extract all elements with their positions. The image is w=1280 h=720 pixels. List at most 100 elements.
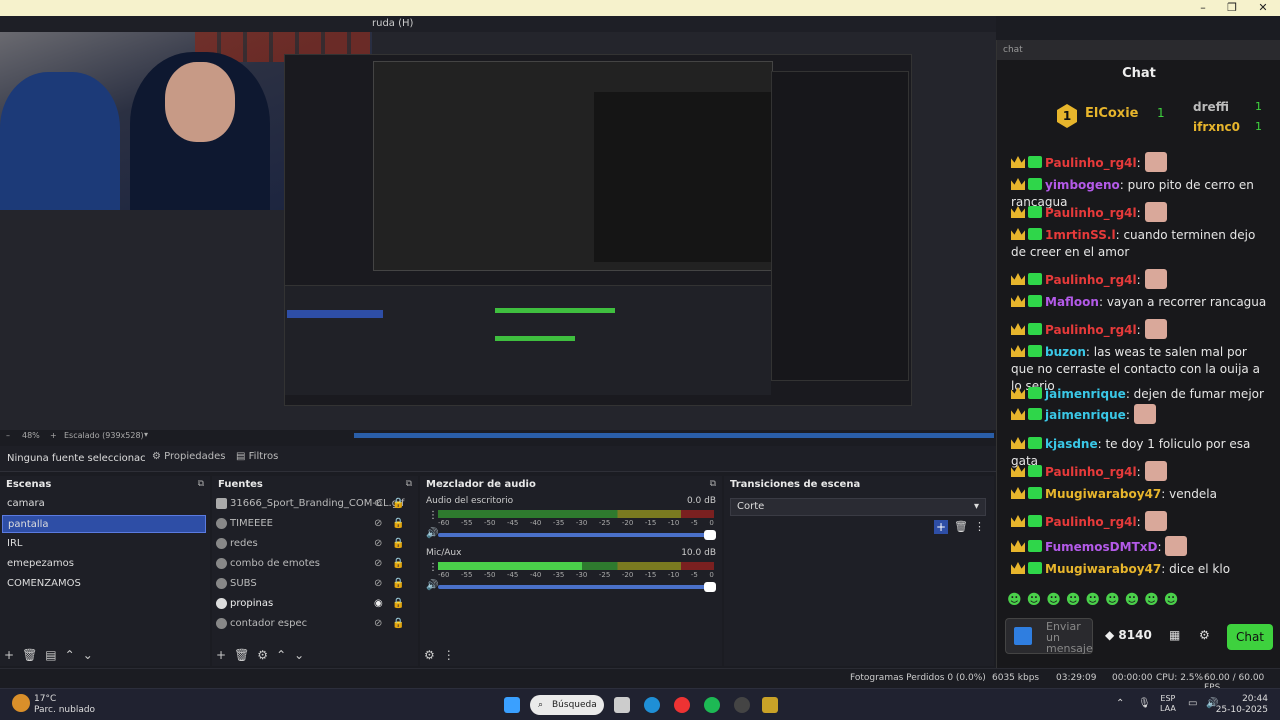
edge-icon[interactable]: [644, 697, 660, 713]
chat-username[interactable]: Paulinho_rg4l: [1045, 206, 1137, 220]
emote-bar[interactable]: ☻☻☻☻☻☻☻☻☻: [1007, 592, 1183, 608]
add-icon[interactable]: +: [934, 520, 948, 534]
weather-icon[interactable]: [12, 694, 30, 712]
crown-badge-icon: [1011, 323, 1025, 335]
speaker-icon[interactable]: 🔊: [426, 580, 438, 591]
transition-select[interactable]: Corte ▾: [730, 498, 986, 516]
chat-username[interactable]: jaimenrique: [1045, 408, 1126, 422]
spotify-icon[interactable]: [704, 697, 720, 713]
scene-item[interactable]: camara: [2, 495, 206, 513]
dock-menu-icon[interactable]: ⧉: [710, 479, 716, 489]
chat-username[interactable]: Muugiwaraboy47: [1045, 487, 1161, 501]
kebab-icon[interactable]: ⋮: [974, 520, 985, 533]
preview-canvas[interactable]: [0, 32, 996, 430]
scene-item-selected[interactable]: pantalla: [2, 515, 206, 533]
source-item[interactable]: combo de emotes ⊘ 🔒: [214, 555, 414, 573]
channel-points[interactable]: ◆ 8140: [1105, 628, 1152, 642]
chat-username[interactable]: FumemosDMTxD: [1045, 540, 1157, 554]
kebab-icon[interactable]: ⋮: [428, 562, 438, 573]
chat-username[interactable]: yimbogeno: [1045, 178, 1120, 192]
sub-badge-icon: [1028, 487, 1042, 499]
search-box[interactable]: ⌕ Búsqueda: [530, 695, 604, 715]
gear-icon[interactable]: ⚙: [1199, 628, 1210, 642]
speaker-icon[interactable]: 🔊: [426, 528, 438, 539]
dock-menu-icon[interactable]: ⧉: [406, 479, 412, 489]
chat-input[interactable]: Enviar un mensaje: [1005, 618, 1093, 654]
chat-username[interactable]: 1mrtinSS.l: [1045, 228, 1116, 242]
chat-username[interactable]: Muugiwaraboy47: [1045, 562, 1161, 576]
scene-item[interactable]: IRL: [2, 535, 206, 553]
add-icon[interactable]: +: [216, 648, 226, 662]
move-down-icon[interactable]: ⌄: [294, 648, 304, 662]
obs-icon[interactable]: [734, 697, 750, 713]
chat-url-bar[interactable]: chat: [997, 40, 1280, 60]
sub-badge-icon: [1028, 387, 1042, 399]
chat-username[interactable]: Paulinho_rg4l: [1045, 465, 1137, 479]
maximize-icon[interactable]: ❐: [1217, 0, 1247, 16]
scene-item[interactable]: COMENZAMOS: [2, 575, 206, 593]
gifter-name[interactable]: ifrxnc0: [1193, 120, 1240, 134]
chat-username[interactable]: Mafloon: [1045, 295, 1099, 309]
app-icon[interactable]: [762, 697, 778, 713]
chat-username[interactable]: kjasdne: [1045, 437, 1098, 451]
clock[interactable]: 20:44 25-10-2025: [1216, 694, 1268, 716]
chrome-icon[interactable]: [674, 697, 690, 713]
properties-button[interactable]: ⚙ Propiedades: [152, 451, 225, 462]
source-item[interactable]: propinas ◉ 🔒: [214, 595, 414, 613]
source-item[interactable]: 31666_Sport_Branding_COM-CL.gif ⊘ 🔒: [214, 495, 414, 513]
microphone-icon[interactable]: 🎙: [1138, 698, 1151, 709]
gift-count: 1: [1157, 106, 1165, 120]
move-up-icon[interactable]: ⌃: [65, 648, 75, 662]
close-icon[interactable]: ✕: [1248, 0, 1278, 16]
scale-label[interactable]: Escalado (939x528): [64, 431, 144, 440]
trash-icon[interactable]: 🗑: [234, 648, 249, 662]
volume-slider[interactable]: [438, 530, 716, 540]
trash-icon[interactable]: 🗑: [22, 648, 37, 662]
chevron-up-icon[interactable]: ⌃: [1116, 698, 1124, 709]
gifter-name[interactable]: ElCoxie: [1085, 106, 1138, 121]
add-icon[interactable]: +: [4, 648, 14, 662]
chat-username[interactable]: jaimenrique: [1045, 387, 1126, 401]
chevron-down-icon[interactable]: ▾: [144, 430, 148, 439]
gifter-name[interactable]: dreffi: [1193, 100, 1229, 114]
chat-username[interactable]: Paulinho_rg4l: [1045, 273, 1137, 287]
scene-item[interactable]: emepezamos: [2, 555, 206, 573]
chat-text: vayan a recorrer rancagua: [1106, 295, 1267, 309]
move-down-icon[interactable]: ⌄: [83, 648, 93, 662]
chat-send-button[interactable]: Chat: [1227, 624, 1273, 650]
gear-icon[interactable]: ⚙: [424, 648, 435, 662]
emote-icon: [1144, 511, 1167, 531]
weather-widget[interactable]: 17°C Parc. nublado: [34, 694, 95, 716]
hidden-eye-icon: ⊘: [374, 618, 383, 629]
crown-badge-icon: [1011, 228, 1025, 240]
store-icon[interactable]: ▦: [1169, 628, 1180, 642]
dock-menu-icon[interactable]: ⧉: [198, 479, 204, 489]
move-up-icon[interactable]: ⌃: [276, 648, 286, 662]
chat-panel: chat Chat 1 ElCoxie 1 dreffi 1 ifrxnc0 1…: [996, 40, 1280, 668]
windows-start-icon[interactable]: [504, 697, 520, 713]
chat-username[interactable]: buzon: [1045, 345, 1086, 359]
sub-badge-icon: [1028, 295, 1042, 307]
trash-icon[interactable]: 🗑: [954, 520, 968, 533]
kebab-icon[interactable]: ⋮: [443, 648, 455, 662]
kebab-icon[interactable]: ⋮: [428, 510, 438, 521]
source-item[interactable]: TIMEEEE ⊘ 🔒: [214, 515, 414, 533]
minimize-icon[interactable]: –: [1188, 0, 1218, 16]
filter-icon[interactable]: ▤: [45, 648, 56, 662]
emote-icon: [1144, 269, 1167, 289]
mixer-toolbar: ⚙ ⋮: [424, 648, 463, 662]
gear-icon[interactable]: ⚙: [257, 648, 268, 662]
filters-button[interactable]: ▤ Filtros: [236, 451, 278, 462]
chat-username[interactable]: Paulinho_rg4l: [1045, 323, 1137, 337]
chat-username[interactable]: Paulinho_rg4l: [1045, 515, 1137, 529]
source-item[interactable]: contador espec ⊘ 🔒: [214, 615, 414, 633]
source-item[interactable]: redes ⊘ 🔒: [214, 535, 414, 553]
language-indicator[interactable]: ESP LAA: [1160, 694, 1176, 714]
network-icon[interactable]: ▭: [1188, 698, 1197, 709]
volume-slider[interactable]: [438, 582, 716, 592]
lock-icon: 🔒: [392, 598, 405, 609]
file-explorer-icon[interactable]: [614, 697, 630, 713]
preview-scrollbar[interactable]: [354, 433, 994, 438]
source-item[interactable]: SUBS ⊘ 🔒: [214, 575, 414, 593]
chat-username[interactable]: Paulinho_rg4l: [1045, 156, 1137, 170]
